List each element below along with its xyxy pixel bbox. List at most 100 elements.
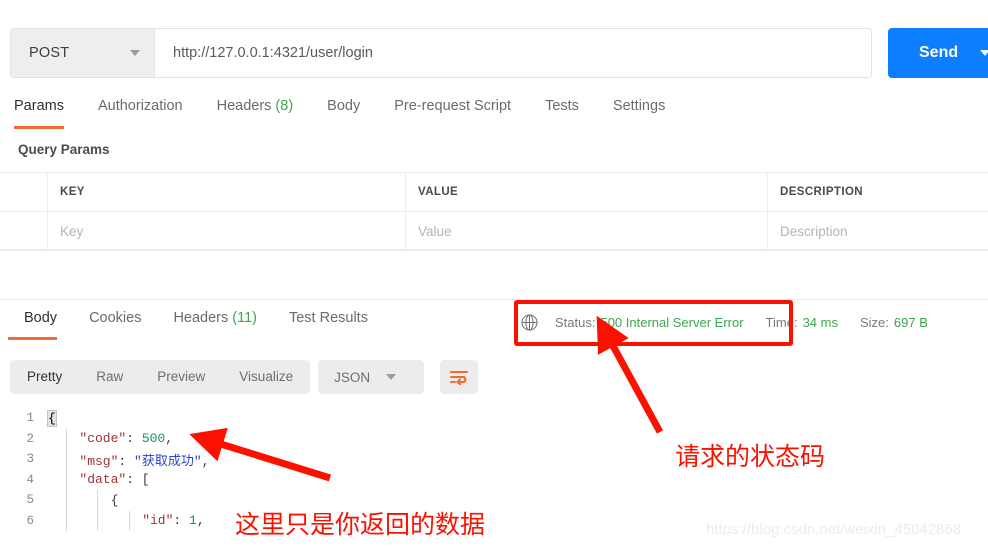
line-number: 4	[26, 472, 34, 487]
json-token: {	[110, 492, 119, 508]
chevron-down-icon	[130, 50, 140, 56]
query-params-title: Query Params	[18, 142, 110, 157]
request-tab-params[interactable]: Params	[14, 96, 81, 129]
row-checkbox-cell[interactable]	[0, 212, 48, 250]
json-token: 1	[189, 513, 197, 529]
status-meta: Status: 500 Internal Server Error	[555, 315, 744, 330]
json-line-code: "data": [	[48, 472, 150, 488]
json-line: 5{	[0, 490, 988, 511]
request-tab-settings[interactable]: Settings	[596, 96, 682, 129]
chevron-down-icon	[386, 374, 397, 380]
response-meta: Status: 500 Internal Server Error Time: 34…	[520, 313, 950, 332]
response-view-toolbar: Pretty Raw Preview Visualize JSON	[10, 360, 479, 394]
value-input[interactable]: Value	[406, 212, 768, 250]
request-tab-authorization[interactable]: Authorization	[81, 96, 200, 129]
word-wrap-icon	[450, 370, 469, 385]
response-tab-cookies[interactable]: Cookies	[73, 310, 157, 340]
size-value: 697 B	[893, 315, 928, 330]
indent-guide	[66, 490, 67, 511]
column-header-value: VALUE	[406, 173, 768, 211]
http-method-select[interactable]: POST	[11, 29, 155, 77]
time-label: Time:	[765, 315, 798, 330]
line-number: 3	[26, 452, 34, 467]
json-token: :	[173, 513, 190, 529]
tab-label: Tests	[545, 98, 579, 114]
status-value: 500 Internal Server Error	[600, 315, 744, 330]
request-url-bar: POST http://127.0.0.1:4321/user/login	[10, 28, 872, 78]
tab-label: Test Results	[288, 310, 368, 326]
request-tabs: Params Authorization Headers (8) Body Pre-req…	[0, 96, 988, 132]
json-token: {	[47, 409, 57, 427]
indent-guide	[128, 510, 130, 531]
json-line: 1{	[0, 408, 988, 429]
description-input[interactable]: Description	[768, 212, 988, 250]
request-tab-tests[interactable]: Tests	[528, 96, 596, 129]
json-token: "data"	[79, 472, 127, 488]
tab-label: Authorization	[97, 98, 183, 114]
table-row: Key Value Description	[0, 212, 988, 250]
indent-guide	[66, 469, 67, 490]
response-format-select[interactable]: JSON	[318, 360, 425, 394]
json-token: ,	[196, 513, 205, 529]
json-line: 2 "code": 500,	[0, 428, 988, 449]
query-params-table: KEY VALUE DESCRIPTION Key Value Descript…	[0, 172, 988, 251]
view-mode-visualize[interactable]: Visualize	[222, 360, 310, 394]
request-tab-pre-request-script[interactable]: Pre-request Script	[377, 96, 528, 129]
json-token: "id"	[142, 513, 174, 529]
tab-count: (11)	[232, 310, 257, 326]
table-header-row: KEY VALUE DESCRIPTION	[0, 173, 988, 212]
view-mode-group: Pretty Raw Preview Visualize	[10, 360, 311, 394]
data-annotation-text: 这里只是你返回的数据	[235, 511, 486, 539]
view-mode-raw[interactable]: Raw	[79, 360, 140, 394]
send-options-chevron-icon[interactable]	[980, 50, 988, 56]
indent-guide	[66, 449, 67, 470]
json-token: "code"	[79, 431, 127, 447]
tab-count: (8)	[275, 98, 294, 114]
select-all-checkbox-cell[interactable]	[0, 173, 48, 211]
line-number: 1	[26, 411, 34, 426]
json-line-code: {	[48, 493, 119, 508]
view-mode-pretty[interactable]: Pretty	[10, 360, 79, 394]
send-button-label: Send	[919, 44, 959, 61]
watermark: https://blog.csdn.net/weixin_45042868	[706, 521, 962, 538]
key-input[interactable]: Key	[48, 212, 406, 250]
http-method-label: POST	[29, 45, 70, 61]
tab-label: Params	[14, 98, 64, 114]
tab-label: Headers	[173, 310, 229, 326]
response-tabs: Body Cookies Headers (11) Test Results	[0, 310, 384, 340]
url-input[interactable]: http://127.0.0.1:4321/user/login	[155, 29, 871, 77]
json-token: ,	[201, 453, 210, 469]
status-annotation-text: 请求的状态码	[675, 443, 826, 471]
request-tab-headers[interactable]: Headers (8)	[200, 96, 311, 129]
send-button[interactable]: Send	[888, 28, 988, 78]
response-format-label: JSON	[334, 369, 371, 385]
tab-label: Body	[327, 98, 361, 114]
json-token: : [	[126, 472, 150, 488]
status-label: Status:	[555, 315, 596, 330]
size-label: Size:	[859, 315, 889, 330]
word-wrap-button[interactable]	[440, 360, 479, 394]
json-token: "msg"	[79, 453, 119, 469]
tab-label: Pre-request Script	[394, 98, 512, 114]
json-token: :	[118, 453, 135, 469]
tab-label: Cookies	[89, 310, 142, 326]
response-pane-divider	[0, 299, 988, 300]
json-token: 500	[141, 431, 166, 447]
indent-guide	[66, 510, 67, 531]
json-token: ,	[165, 431, 174, 447]
column-header-description: DESCRIPTION	[780, 186, 863, 198]
json-token: :	[126, 431, 142, 447]
request-tab-body[interactable]: Body	[310, 96, 377, 129]
json-line: 3 "msg": "获取成功",	[0, 449, 988, 470]
response-tab-headers[interactable]: Headers (11)	[157, 310, 273, 340]
response-tab-body[interactable]: Body	[8, 310, 73, 340]
json-line: 4 "data": [	[0, 469, 988, 490]
json-line-code: {	[47, 409, 57, 427]
json-line-code: "id": 1,	[48, 513, 205, 529]
indent-guide	[97, 490, 99, 511]
view-mode-preview[interactable]: Preview	[140, 360, 222, 394]
line-number: 6	[26, 513, 34, 528]
line-number: 5	[26, 493, 34, 508]
globe-icon	[521, 314, 538, 331]
response-tab-test-results[interactable]: Test Results	[273, 310, 384, 340]
